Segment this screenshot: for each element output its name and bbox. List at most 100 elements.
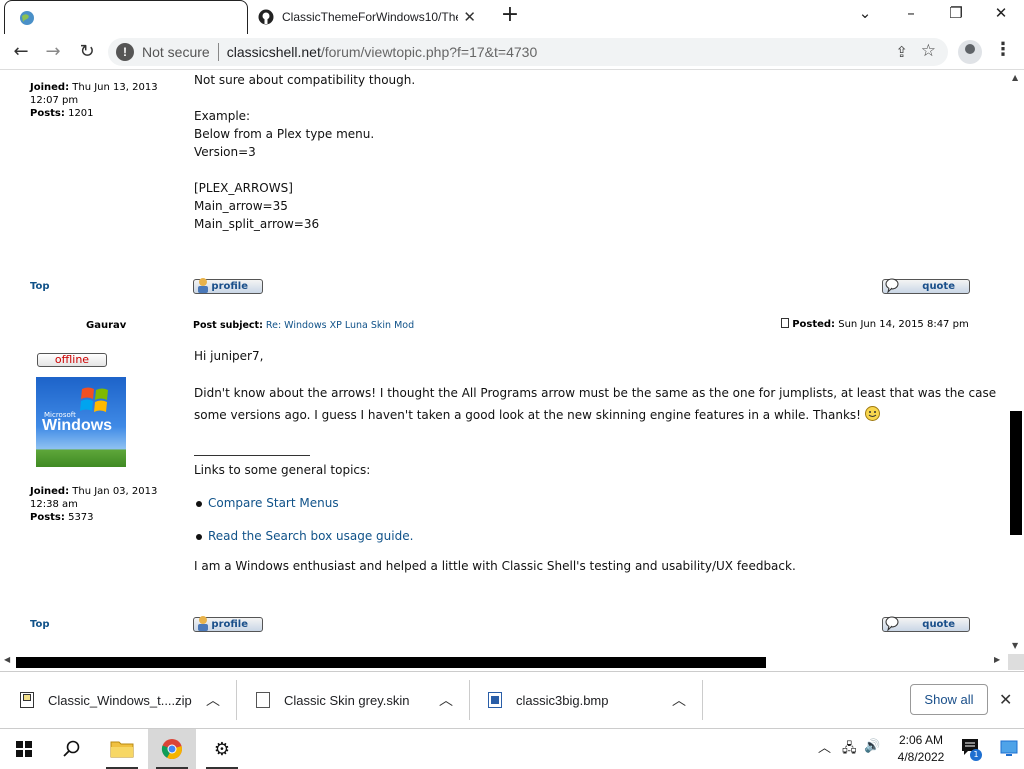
tab-title: ClassicThemeForWindows10/The (282, 10, 458, 24)
url-host[interactable]: classicshell.net (227, 44, 321, 60)
reload-button[interactable]: ↻ (74, 39, 100, 65)
horizontal-scrollbar[interactable]: ◀ ▶ (0, 654, 1008, 670)
scroll-right-icon[interactable]: ▶ (994, 655, 1000, 664)
profile-icon (198, 616, 208, 631)
download-separator (702, 680, 703, 720)
post2-subject: Post subject: Re: Windows XP Luna Skin M… (193, 320, 415, 331)
profile-button[interactable]: profile (193, 278, 263, 294)
post2-body-line1: Didn't know about the arrows! I thought … (194, 386, 997, 400)
system-clock[interactable]: 2:06 AM 4/8/2022 (890, 732, 952, 766)
action-center-button[interactable]: 1 (960, 737, 982, 761)
chrome-button[interactable] (148, 729, 196, 769)
scroll-left-icon[interactable]: ◀ (4, 655, 10, 664)
download-item[interactable]: Classic_Windows_t....zip ︿ (20, 678, 230, 722)
top-link[interactable]: Top (30, 281, 50, 292)
signature-divider (194, 455, 310, 456)
status-badge: offline (37, 353, 107, 367)
tray-chevron-up-icon[interactable]: ︿ (818, 737, 831, 756)
forum-page: Joined: Thu Jun 13, 2013 12:07 pm Posts:… (0, 71, 1008, 654)
speech-bubble-icon (885, 616, 899, 631)
download-item[interactable]: classic3big.bmp ︿ (488, 678, 698, 722)
new-tab-button[interactable]: + (498, 4, 522, 28)
close-tab-icon[interactable]: ✕ (463, 8, 476, 26)
clock-time: 2:06 AM (898, 733, 944, 747)
bullet (196, 501, 202, 507)
share-icon[interactable]: ⇪ (895, 43, 908, 61)
browser-menu-icon[interactable]: ⋮ (994, 39, 1012, 60)
download-filename: classic3big.bmp (516, 692, 609, 708)
url-path[interactable]: /forum/viewtopic.php?f=17&t=4730 (321, 44, 537, 60)
chrome-icon (161, 739, 182, 760)
avatar: Microsoft Windows (36, 377, 126, 467)
tab-search-chevron-icon[interactable]: ⌄ (852, 4, 878, 28)
smiley-icon (864, 406, 880, 421)
warning-icon[interactable]: ! (116, 43, 134, 61)
back-button[interactable]: ← (8, 39, 34, 65)
file-icon (256, 692, 270, 708)
download-item[interactable]: Classic Skin grey.skin ︿ (256, 678, 462, 722)
restore-button[interactable]: ❐ (943, 4, 969, 28)
network-icon[interactable]: 🖧 (842, 739, 857, 761)
address-bar[interactable]: ! Not secure classicshell.net /forum/vie… (108, 38, 948, 66)
post2-body-line2: some versions ago. I guess I haven't tak… (194, 406, 880, 424)
show-desktop-button[interactable] (1000, 739, 1018, 757)
post1-body: Not sure about compatibility though. Exa… (194, 73, 416, 231)
tab-github[interactable]: ClassicThemeForWindows10/The ✕ (250, 0, 490, 34)
chevron-up-icon[interactable]: ︿ (672, 690, 686, 710)
tab-current[interactable] (4, 0, 248, 34)
scroll-up-icon[interactable]: ▲ (1012, 73, 1018, 82)
avatar-windows-text: Windows (42, 417, 113, 434)
scroll-down-icon[interactable]: ▼ (1012, 641, 1018, 650)
quote-button[interactable]: quote (882, 616, 970, 632)
tab-strip: ClassicThemeForWindows10/The ✕ + ⌄ – ❐ ✕ (0, 0, 1024, 34)
gear-icon: ⚙ (213, 738, 231, 760)
post2-posted: Posted: Sun Jun 14, 2015 8:47 pm (781, 318, 969, 331)
settings-button[interactable]: ⚙ (198, 729, 246, 769)
windows-logo-icon (16, 741, 32, 757)
download-separator (236, 680, 237, 720)
search-icon (63, 740, 80, 757)
close-window-button[interactable]: ✕ (988, 4, 1014, 28)
clock-date: 4/8/2022 (897, 750, 945, 764)
browser-toolbar: ← → ↻ ! Not secure classicshell.net /for… (0, 34, 1024, 70)
desktop-icon (1000, 740, 1018, 756)
search-button[interactable] (48, 729, 96, 769)
post-document-icon (781, 318, 789, 328)
download-filename: Classic_Windows_t....zip (48, 692, 192, 708)
address-separator (217, 43, 219, 61)
download-filename: Classic Skin grey.skin (284, 692, 410, 708)
link-compare-start-menus[interactable]: Compare Start Menus (208, 494, 339, 512)
volume-icon[interactable]: 🔊 (864, 739, 880, 754)
file-explorer-button[interactable] (98, 729, 146, 769)
security-label[interactable]: Not secure (142, 44, 210, 60)
show-all-button[interactable]: Show all (910, 684, 988, 715)
github-icon (258, 9, 274, 25)
chevron-up-icon[interactable]: ︿ (206, 690, 220, 710)
minimize-button[interactable]: – (898, 4, 924, 28)
link-search-box-guide[interactable]: Read the Search box usage guide. (208, 527, 413, 545)
horizontal-scroll-thumb[interactable] (16, 657, 766, 668)
vertical-scrollbar[interactable]: ▲ ▼ (1008, 71, 1024, 654)
profile-icon (198, 278, 208, 293)
post2-author[interactable]: Gaurav (86, 319, 126, 332)
bookmark-star-icon[interactable]: ☆ (921, 41, 936, 61)
forward-button[interactable]: → (40, 39, 66, 65)
windows-flag-icon (80, 387, 108, 412)
post1-joined: Joined: Thu Jun 13, 2013 12:07 pm Posts:… (30, 82, 158, 119)
quote-button[interactable]: quote (882, 278, 970, 294)
post2-joined: Joined: Thu Jan 03, 2013 12:38 am Posts:… (30, 486, 158, 523)
start-button[interactable] (0, 729, 48, 769)
zip-file-icon (20, 692, 34, 708)
close-download-bar-icon[interactable]: ✕ (999, 690, 1012, 709)
download-bar: Classic_Windows_t....zip ︿ Classic Skin … (0, 671, 1024, 728)
vertical-scroll-thumb[interactable] (1010, 411, 1022, 535)
profile-avatar-icon[interactable] (958, 40, 982, 64)
top-link[interactable]: Top (30, 619, 50, 630)
chevron-up-icon[interactable]: ︿ (439, 690, 453, 710)
scrollbar-corner (1008, 654, 1024, 670)
folder-icon (110, 741, 134, 758)
image-file-icon (488, 692, 502, 708)
signature-footer: I am a Windows enthusiast and helped a l… (194, 559, 796, 573)
profile-button[interactable]: profile (193, 616, 263, 632)
taskbar: ⚙ ︿ 🖧 🔊 2:06 AM 4/8/2022 1 (0, 728, 1024, 769)
